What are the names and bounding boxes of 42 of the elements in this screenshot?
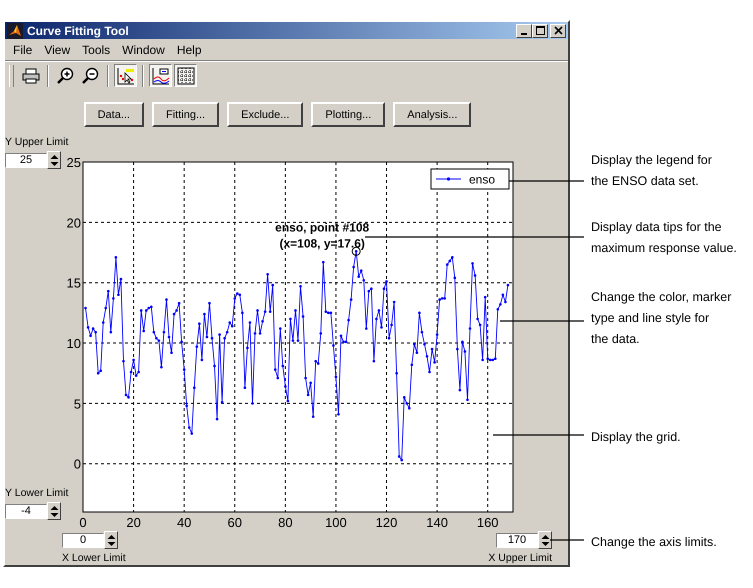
- callout-text: Change the axis limits.: [591, 534, 718, 551]
- limit-field[interactable]: 170: [496, 532, 538, 548]
- y-tick-label: 20: [66, 215, 81, 230]
- x-tick-label: 120: [376, 515, 398, 530]
- limit-field[interactable]: 25: [5, 152, 47, 168]
- x-tick-label: 40: [176, 515, 192, 530]
- limit-field[interactable]: 0: [62, 532, 104, 548]
- y-tick-label: 10: [66, 336, 81, 352]
- menu-item[interactable]: File: [7, 42, 38, 57]
- x-tick-label: 140: [426, 515, 448, 530]
- x-tick-label: 160: [476, 515, 499, 530]
- callout-text: Change the color, marker type and line style for the data.: [591, 289, 732, 348]
- menu-item[interactable]: Window: [116, 42, 171, 57]
- data-tip-label: enso, point #108: [275, 220, 370, 234]
- callout-text: Display data tips for the maximum response value.: [591, 219, 738, 257]
- x-tick-label: 80: [278, 515, 293, 530]
- limit-label: Y Upper Limit: [5, 135, 68, 149]
- limit-label: X Upper Limit: [488, 551, 552, 565]
- menu-item[interactable]: View: [38, 42, 76, 57]
- x-tick-label: 20: [126, 515, 141, 530]
- legend-label: enso: [469, 172, 496, 186]
- y-tick-label: 15: [66, 276, 81, 291]
- dialog-button[interactable]: Fitting...: [152, 102, 220, 127]
- y-tick-label: 5: [74, 396, 81, 412]
- dialog-button[interactable]: Plotting...: [311, 102, 386, 127]
- dialog-button[interactable]: Analysis...: [393, 102, 472, 127]
- callout-text: Display the grid.: [591, 429, 682, 446]
- callout-text: Display the legend for the ENSO data set.: [591, 152, 713, 190]
- limit-field[interactable]: -4: [5, 504, 47, 518]
- limit-label: X Lower Limit: [62, 551, 126, 565]
- x-tick-label: 0: [79, 515, 87, 530]
- limit-label: Y Lower Limit: [5, 486, 68, 500]
- menu-item[interactable]: Tools: [76, 42, 116, 57]
- x-tick-label: 60: [228, 515, 242, 530]
- x-tick-label: 100: [325, 515, 347, 530]
- data-tip-label: (x=108, y=17.6): [279, 236, 365, 250]
- dialog-button[interactable]: Exclude...: [227, 102, 304, 127]
- y-tick-label: 0: [74, 456, 81, 472]
- window-title: Curve Fitting Tool: [27, 24, 130, 38]
- y-tick-label: 25: [66, 155, 81, 170]
- dialog-button[interactable]: Data...: [84, 102, 144, 127]
- menu-item[interactable]: Help: [170, 42, 208, 57]
